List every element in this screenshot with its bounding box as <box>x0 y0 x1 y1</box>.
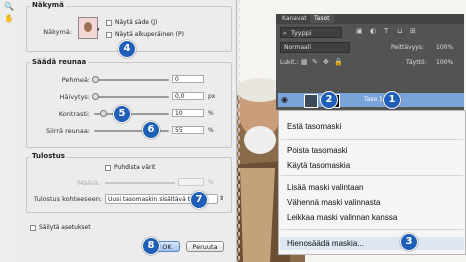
filter-type-icon[interactable]: T <box>384 27 388 35</box>
zoom-tool-icon[interactable]: 🔍 <box>4 2 14 11</box>
lock-pixels-icon[interactable]: ▦ <box>301 58 308 66</box>
adjust-row-label: Kontrasti: <box>58 110 90 118</box>
adjust-row-unit: px <box>208 93 216 100</box>
output-to-value: Uusi tasomaskin sisältävä taso <box>108 196 201 203</box>
adjust-row-slider[interactable] <box>94 96 169 98</box>
adjust-row-value-field[interactable]: 0,0 <box>172 92 204 100</box>
tab-layers[interactable]: Tasot <box>310 14 334 23</box>
filter-type-label: Tyyppi <box>291 29 312 37</box>
view-label: Näkymä: <box>43 28 72 36</box>
lock-all-icon[interactable]: 🔒 <box>334 58 343 66</box>
badge-1: 1 <box>383 91 401 109</box>
output-title: Tulostus <box>30 152 67 160</box>
remember-settings-label: Säilytä asetukset <box>39 224 91 231</box>
fill-value[interactable]: 100% <box>436 59 453 66</box>
output-to-label: Tulostus kohteeseen: <box>33 195 102 203</box>
menu-separator <box>281 139 463 140</box>
slider-knob[interactable] <box>92 93 99 100</box>
view-mode-thumbnail[interactable] <box>78 17 98 39</box>
fill-label: Täyttö: <box>406 59 427 66</box>
badge-7: 7 <box>190 191 208 209</box>
amount-label: Määrä: <box>77 179 100 187</box>
menu-separator <box>281 229 463 230</box>
filter-pixel-icon[interactable]: ▣ <box>356 27 363 35</box>
cancel-button[interactable]: Peruuta <box>186 241 224 252</box>
lock-brush-icon[interactable]: ✎ <box>312 58 318 66</box>
adjust-row-value-field[interactable]: 0 <box>172 75 204 83</box>
menu-item-add-mask-to-selection[interactable]: Lisää maski valintaan <box>287 183 363 192</box>
layer-row-selected[interactable]: ◉ ⛓ Taso 1 <box>278 93 464 108</box>
menu-item-delete-mask[interactable]: Poista tasomaski <box>287 146 347 155</box>
view-section-title: Näkymä <box>30 1 66 9</box>
menu-item-subtract-mask[interactable]: Vähennä maski valinnasta <box>287 198 380 207</box>
tab-channels[interactable]: Kanavat <box>278 14 311 23</box>
adjust-row-unit: % <box>208 110 214 117</box>
badge-8: 8 <box>142 237 160 255</box>
layer-name[interactable]: Taso 1 <box>364 96 383 103</box>
decontaminate-checkbox[interactable] <box>105 165 111 171</box>
show-original-label: Näytä alkuperäinen (P) <box>115 31 184 38</box>
badge-5: 5 <box>113 105 131 123</box>
filter-adjust-icon[interactable]: ◐ <box>370 27 376 35</box>
menu-separator <box>281 175 463 176</box>
decontaminate-label: Puhdista värit <box>114 164 156 171</box>
opacity-label: Peittävyys: <box>391 44 424 51</box>
adjust-edge-title: Säädä reunaa <box>30 58 89 66</box>
hand-tool-icon[interactable]: ✋ <box>4 14 14 23</box>
filter-smart-icon[interactable]: ⊞ <box>410 27 416 35</box>
adjust-row-value-field[interactable]: 55 <box>172 126 204 134</box>
slider-knob[interactable] <box>99 110 107 117</box>
lock-move-icon[interactable]: ✥ <box>323 58 329 66</box>
menu-item-disable-mask[interactable]: Estä tasomaski <box>287 122 341 131</box>
amount-unit: % <box>208 179 214 186</box>
menu-item-refine-mask[interactable]: Hienosäädä maskia... <box>287 239 364 248</box>
filter-search-icon: ⌕ <box>283 29 287 37</box>
menu-item-apply-mask[interactable]: Käytä tasomaskia <box>287 161 350 170</box>
badge-4: 4 <box>118 40 136 58</box>
adjust-row-label: Pehmeä: <box>61 76 90 84</box>
badge-2: 2 <box>320 91 338 109</box>
badge-3: 3 <box>400 233 418 251</box>
slider-knob[interactable] <box>92 76 99 83</box>
opacity-value[interactable]: 100% <box>436 44 453 51</box>
adjust-row-label: Häivytys: <box>59 93 90 101</box>
visibility-eye-icon[interactable]: ◉ <box>281 95 288 104</box>
layer-mask-context-menu: Estä tasomaski Poista tasomaski Käytä ta… <box>278 110 466 255</box>
badge-6: 6 <box>142 121 160 139</box>
view-dropdown-arrow-icon[interactable]: ▾ <box>97 27 100 33</box>
lock-label: Lukit.: <box>280 59 299 66</box>
amount-field <box>178 178 204 186</box>
show-radius-checkbox[interactable] <box>106 20 112 26</box>
blend-mode-select[interactable]: Normaali <box>280 42 350 53</box>
remember-settings-checkbox[interactable] <box>30 225 36 231</box>
filter-shape-icon[interactable]: ⊔ <box>397 27 402 35</box>
adjust-row-slider[interactable] <box>94 79 169 81</box>
adjust-row-value-field[interactable]: 10 <box>172 109 204 117</box>
show-original-checkbox[interactable] <box>106 32 112 38</box>
menu-item-intersect-mask[interactable]: Leikkaa maski valinnan kanssa <box>287 213 397 222</box>
layer-thumbnail[interactable] <box>304 94 318 108</box>
blend-mode-value: Normaali <box>284 44 312 51</box>
layer-filter-select[interactable]: ⌕ Tyyppi <box>280 27 342 38</box>
adjust-row-unit: % <box>208 127 214 134</box>
output-select-arrow-icon[interactable]: ⇕ <box>219 195 224 202</box>
show-radius-label: Näytä säde (J) <box>115 19 158 26</box>
adjust-row-label: Siirrä reunaa: <box>46 127 90 135</box>
dialog-tool-strip: 🔍 ✋ <box>0 0 18 262</box>
amount-slider <box>105 182 175 184</box>
